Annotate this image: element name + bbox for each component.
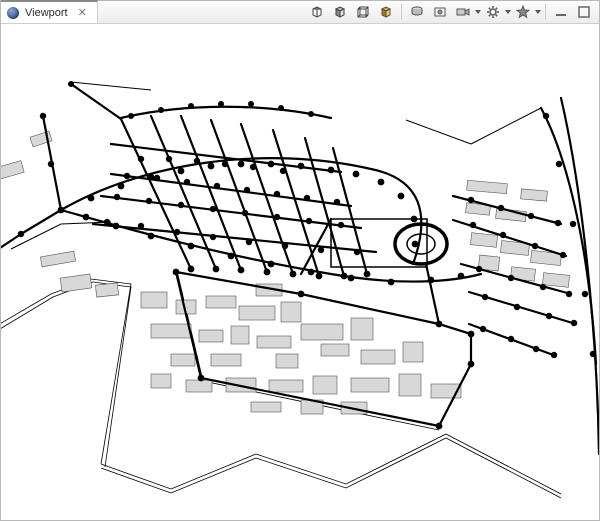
settings-menu-dropdown[interactable] <box>505 2 511 22</box>
toolbar <box>302 1 599 23</box>
close-icon[interactable]: ✕ <box>74 6 87 19</box>
viewport-canvas[interactable] <box>1 24 599 520</box>
toolbar-separator <box>401 4 402 20</box>
stack-icon <box>410 5 424 19</box>
frame-icon <box>433 5 447 19</box>
settings-menu-button[interactable] <box>482 1 504 23</box>
toggle-textured-button[interactable] <box>375 1 397 23</box>
toggle-bbox-button[interactable] <box>352 1 374 23</box>
viewport-panel: Viewport ✕ <box>0 0 600 521</box>
minimize-icon <box>555 6 567 18</box>
camera-menu-button[interactable] <box>452 1 474 23</box>
titlebar-spacer <box>98 1 302 23</box>
cube-wire-icon <box>310 5 324 19</box>
camera-reset-button[interactable] <box>429 1 451 23</box>
favorites-menu-dropdown[interactable] <box>535 2 541 22</box>
titlebar: Viewport ✕ <box>1 1 599 24</box>
camera-menu-dropdown[interactable] <box>475 2 481 22</box>
maximize-icon <box>578 6 590 18</box>
cube-shaded-icon <box>333 5 347 19</box>
cube-bbox-icon <box>356 5 370 19</box>
gear-icon <box>486 5 500 19</box>
cube-textured-icon <box>379 5 393 19</box>
toggle-wireframe-button[interactable] <box>306 1 328 23</box>
scene-svg <box>1 24 599 520</box>
toolbar-separator <box>545 4 546 20</box>
tab-label: Viewport <box>25 7 68 19</box>
toggle-shaded-button[interactable] <box>329 1 351 23</box>
star-icon <box>516 5 530 19</box>
tab-viewport[interactable]: Viewport ✕ <box>1 0 98 23</box>
favorites-menu-button[interactable] <box>512 1 534 23</box>
minimize-view-button[interactable] <box>550 1 572 23</box>
camera-icon <box>456 5 470 19</box>
maximize-view-button[interactable] <box>573 1 595 23</box>
scene-presets-button[interactable] <box>406 1 428 23</box>
eclipse-icon <box>7 7 19 19</box>
